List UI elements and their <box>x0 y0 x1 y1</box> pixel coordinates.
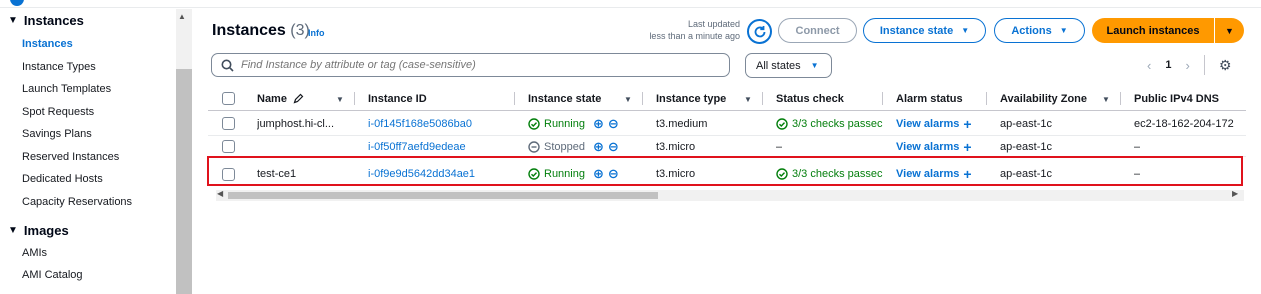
caret-down-icon: ▼ <box>8 225 18 236</box>
cell-status-check: 3/3 checks passec <box>776 111 884 136</box>
service-logo[interactable] <box>10 0 24 6</box>
search-input[interactable] <box>241 59 721 71</box>
column-status-check[interactable]: Status check <box>776 86 844 111</box>
sidebar-item-amis[interactable]: AMIs <box>22 247 47 259</box>
sort-caret-icon[interactable]: ▼ <box>1102 95 1110 104</box>
select-all-checkbox[interactable] <box>222 92 235 105</box>
caret-down-icon: ▼ <box>8 15 18 26</box>
sidebar-item-spot-requests[interactable]: Spot Requests <box>22 106 94 118</box>
scroll-up-arrow-icon[interactable]: ▲ <box>178 12 186 21</box>
actions-button[interactable]: Actions ▼ <box>994 18 1085 43</box>
zoom-in-icon[interactable]: ⊕ <box>593 139 604 155</box>
zoom-out-icon[interactable]: ⊖ <box>608 116 619 132</box>
row-checkbox[interactable] <box>222 117 235 130</box>
table-row[interactable]: i-0f50ff7aefd9edeae Stopped ⊕ ⊖ t3.micro… <box>208 136 1246 157</box>
column-divider[interactable] <box>354 92 355 105</box>
state-filter-select[interactable]: All states ▼ <box>745 53 832 78</box>
sidebar-item-savings-plans[interactable]: Savings Plans <box>22 128 92 140</box>
highlight-box <box>207 156 1243 186</box>
launch-instances-button[interactable]: Launch instances <box>1092 18 1214 43</box>
column-divider[interactable] <box>882 92 883 105</box>
column-name[interactable]: Name <box>257 86 304 111</box>
zoom-out-icon[interactable]: ⊖ <box>608 139 619 155</box>
column-public-ipv4-dns[interactable]: Public IPv4 DNS <box>1134 86 1219 111</box>
top-bar <box>0 0 1261 8</box>
sidebar-item-launch-templates[interactable]: Launch Templates <box>22 83 111 95</box>
sort-caret-icon[interactable]: ▼ <box>624 95 632 104</box>
sidebar-item-capacity-reservations[interactable]: Capacity Reservations <box>22 196 132 208</box>
cell-status-check: – <box>776 140 783 153</box>
scroll-right-arrow-icon[interactable]: ▶ <box>1232 189 1238 198</box>
scroll-left-arrow-icon[interactable]: ◀ <box>217 189 223 198</box>
sidebar-section-images[interactable]: ▼ Images <box>8 223 69 238</box>
column-divider[interactable] <box>986 92 987 105</box>
cell-instance-state: Running ⊕ ⊖ <box>528 111 619 136</box>
column-instance-state[interactable]: Instance state <box>528 86 601 111</box>
search-box[interactable] <box>211 53 730 77</box>
sidebar-item-reserved-instances[interactable]: Reserved Instances <box>22 151 119 163</box>
stopped-icon <box>528 140 540 153</box>
cell-instance-id[interactable]: i-0f145f168e5086ba0 <box>368 111 472 136</box>
refresh-button[interactable] <box>747 19 772 44</box>
page-number[interactable]: 1 <box>1165 59 1171 71</box>
sidebar-item-ami-catalog[interactable]: AMI Catalog <box>22 269 83 281</box>
sidebar-section-instances[interactable]: ▼ Instances <box>8 13 84 28</box>
last-updated: Last updated less than a minute ago <box>649 19 740 41</box>
pagination: ‹ 1 › ⚙ <box>1147 55 1231 75</box>
cell-instance-state: Stopped ⊕ ⊖ <box>528 136 619 157</box>
table-row[interactable]: jumphost.hi-cl... i-0f145f168e5086ba0 Ru… <box>208 111 1246 136</box>
sidebar-item-dedicated-hosts[interactable]: Dedicated Hosts <box>22 173 103 185</box>
sidebar-item-instances[interactable]: Instances <box>22 38 73 50</box>
table-header-row: Name ▼ Instance ID Instance state ▼ Inst… <box>208 86 1246 111</box>
chevron-right-icon[interactable]: › <box>1185 58 1189 73</box>
sidebar-scrollbar-thumb[interactable] <box>176 69 192 294</box>
cell-availability-zone: ap-east-1c <box>1000 117 1052 130</box>
search-icon <box>221 59 234 72</box>
sidebar: ▼ Instances Instances Instance Types Lau… <box>0 9 192 294</box>
caret-down-icon: ▼ <box>1059 26 1068 35</box>
info-link[interactable]: Info <box>308 28 325 38</box>
cell-instance-type: t3.medium <box>656 117 708 130</box>
cell-public-dns: – <box>1134 140 1141 153</box>
instance-count: (3) <box>290 22 310 39</box>
caret-down-icon: ▼ <box>810 61 819 70</box>
chevron-left-icon[interactable]: ‹ <box>1147 58 1151 73</box>
cell-instance-id[interactable]: i-0f50ff7aefd9edeae <box>368 136 466 157</box>
cell-instance-type: t3.micro <box>656 140 696 153</box>
divider <box>1203 55 1205 75</box>
column-availability-zone[interactable]: Availability Zone <box>1000 86 1087 111</box>
sort-caret-icon[interactable]: ▼ <box>336 95 344 104</box>
row-checkbox[interactable] <box>222 140 235 153</box>
column-divider[interactable] <box>514 92 515 105</box>
check-circle-icon <box>528 117 540 130</box>
caret-down-icon: ▼ <box>961 26 970 35</box>
caret-down-icon: ▼ <box>1225 25 1234 36</box>
main-content: Instances (3) Info Last updated less tha… <box>192 9 1261 294</box>
zoom-in-icon[interactable]: ⊕ <box>593 116 604 132</box>
refresh-icon <box>754 25 765 37</box>
launch-dropdown-button[interactable]: ▼ <box>1215 18 1244 43</box>
horizontal-scrollbar-thumb[interactable] <box>228 192 658 199</box>
gear-icon[interactable]: ⚙ <box>1219 57 1232 74</box>
sort-caret-icon[interactable]: ▼ <box>744 95 752 104</box>
column-divider[interactable] <box>1120 92 1121 105</box>
column-divider[interactable] <box>762 92 763 105</box>
column-alarm-status[interactable]: Alarm status <box>896 86 963 111</box>
page-title: Instances (3) <box>212 22 310 39</box>
cell-public-dns: ec2-18-162-204-172 <box>1134 117 1234 130</box>
check-circle-icon <box>776 117 788 130</box>
view-alarms-link[interactable]: View alarms + <box>896 136 972 157</box>
plus-icon[interactable]: + <box>963 139 971 155</box>
sidebar-item-instance-types[interactable]: Instance Types <box>22 61 96 73</box>
column-instance-id[interactable]: Instance ID <box>368 86 427 111</box>
cell-name: jumphost.hi-cl... <box>257 117 335 130</box>
plus-icon[interactable]: + <box>963 116 971 132</box>
pencil-icon <box>293 93 304 104</box>
connect-button[interactable]: Connect <box>778 18 857 43</box>
column-instance-type[interactable]: Instance type <box>656 86 726 111</box>
cell-availability-zone: ap-east-1c <box>1000 140 1052 153</box>
view-alarms-link[interactable]: View alarms + <box>896 111 972 136</box>
column-divider[interactable] <box>642 92 643 105</box>
instance-state-button[interactable]: Instance state ▼ <box>863 18 986 43</box>
